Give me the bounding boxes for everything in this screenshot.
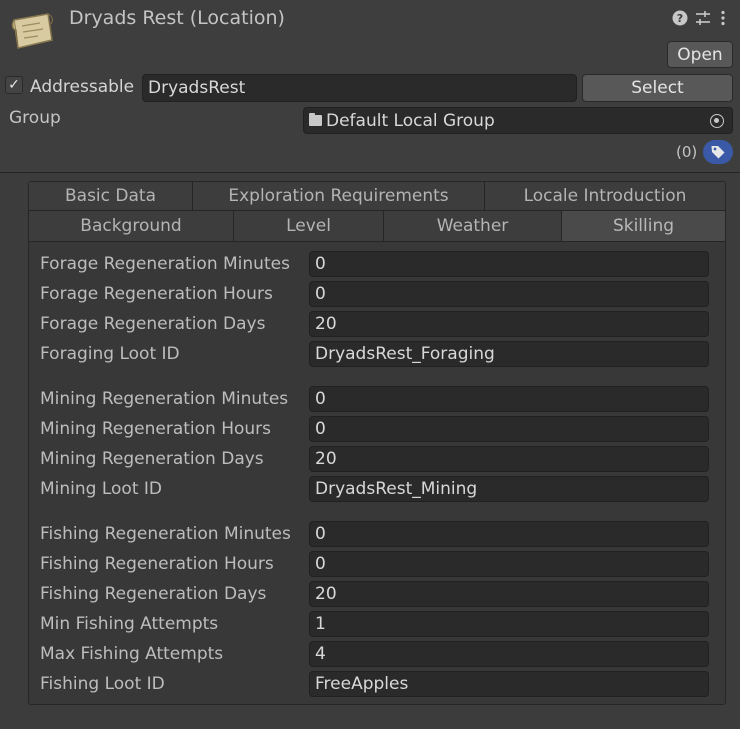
tab-locale-introduction[interactable]: Locale Introduction (485, 182, 725, 211)
field-label: Mining Regeneration Minutes (40, 389, 289, 409)
addressable-label: Addressable (30, 77, 135, 97)
field-label: Fishing Regeneration Days (40, 584, 267, 604)
labels-count: (0) (676, 143, 698, 161)
scroll-map-icon (10, 10, 56, 54)
field-label: Mining Loot ID (40, 479, 163, 499)
field-input[interactable]: 20 (309, 311, 709, 337)
open-button[interactable]: Open (667, 41, 733, 68)
field-input[interactable]: 0 (309, 251, 709, 277)
tab-skilling[interactable]: Skilling (562, 211, 725, 242)
address-input[interactable]: DryadsRest (142, 74, 577, 102)
tag-icon (711, 146, 725, 159)
folder-icon (309, 113, 322, 126)
field-input[interactable]: 1 (309, 611, 709, 637)
help-icon[interactable]: ? (671, 10, 689, 28)
field-input[interactable]: DryadsRest_Mining (309, 476, 709, 502)
inspector-title: Dryads Rest (Location) (69, 7, 285, 29)
field-input[interactable]: 0 (309, 386, 709, 412)
field-label: Fishing Loot ID (40, 674, 165, 694)
tab-background[interactable]: Background (29, 211, 234, 242)
field-label: Mining Regeneration Days (40, 449, 264, 469)
svg-text:?: ? (677, 12, 683, 25)
field-input[interactable]: 0 (309, 551, 709, 577)
field-input[interactable]: 0 (309, 416, 709, 442)
header-divider (0, 172, 740, 173)
field-input[interactable]: DryadsRest_Foraging (309, 341, 709, 367)
field-input[interactable]: 20 (309, 581, 709, 607)
field-label: Min Fishing Attempts (40, 614, 219, 634)
tab-weather[interactable]: Weather (384, 211, 562, 242)
field-label: Forage Regeneration Days (40, 314, 266, 334)
field-label: Foraging Loot ID (40, 344, 180, 364)
field-label: Mining Regeneration Hours (40, 419, 272, 439)
field-label: Fishing Regeneration Hours (40, 554, 274, 574)
field-label: Max Fishing Attempts (40, 644, 224, 664)
group-dropdown[interactable]: Default Local Group (303, 107, 733, 134)
settings-sliders-icon[interactable] (694, 10, 712, 28)
field-label: Forage Regeneration Minutes (40, 254, 290, 274)
field-input[interactable]: 4 (309, 641, 709, 667)
tab-basic-data[interactable]: Basic Data (29, 182, 193, 211)
addressable-checkbox[interactable]: ✓ (5, 76, 23, 94)
field-input[interactable]: 0 (309, 521, 709, 547)
group-label: Group (9, 108, 61, 128)
labels-button[interactable] (703, 140, 733, 164)
tab-level[interactable]: Level (234, 211, 384, 242)
select-button[interactable]: Select (582, 74, 733, 102)
tab-exploration-requirements[interactable]: Exploration Requirements (193, 182, 485, 211)
field-label: Forage Regeneration Hours (40, 284, 273, 304)
field-input[interactable]: 20 (309, 446, 709, 472)
field-input[interactable]: FreeApples (309, 671, 709, 697)
field-label: Fishing Regeneration Minutes (40, 524, 291, 544)
group-value: Default Local Group (326, 110, 495, 131)
more-icon[interactable] (717, 10, 729, 28)
object-picker-icon[interactable] (710, 114, 724, 128)
field-input[interactable]: 0 (309, 281, 709, 307)
